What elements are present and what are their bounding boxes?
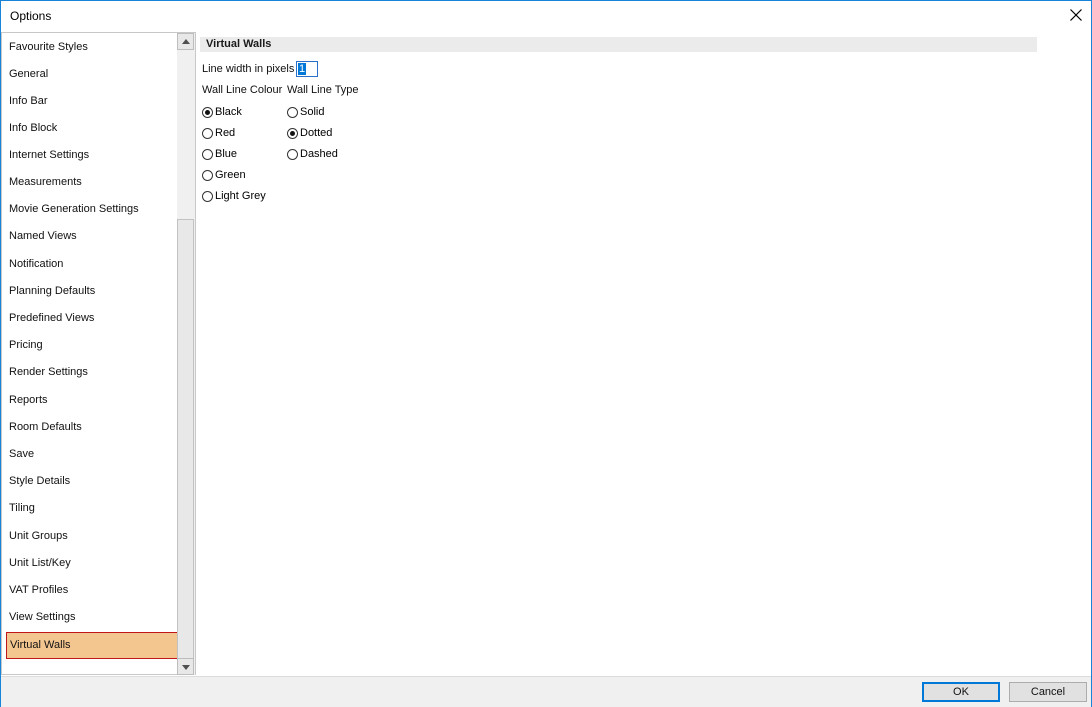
title-bar: Options	[1, 1, 1091, 30]
line-width-label: Line width in pixels	[202, 63, 295, 75]
sidebar-item-save[interactable]: Save	[2, 441, 178, 468]
sidebar-item-named-views[interactable]: Named Views	[2, 223, 178, 250]
window-title: Options	[10, 9, 52, 23]
scroll-down-button[interactable]	[177, 658, 194, 675]
chevron-down-icon	[182, 665, 190, 670]
scroll-thumb[interactable]	[177, 219, 194, 659]
line-width-input[interactable]: 1	[296, 61, 318, 77]
sidebar-item-general[interactable]: General	[2, 61, 178, 88]
radio-unchecked-icon	[202, 169, 213, 181]
dialog-footer: OK Cancel	[1, 676, 1091, 707]
radio-unchecked-icon	[287, 106, 298, 118]
radio-label: Dashed	[300, 148, 338, 160]
radio-label: Green	[215, 169, 246, 181]
radio-label: Solid	[300, 106, 325, 118]
sidebar-item-view-settings[interactable]: View Settings	[2, 604, 178, 631]
radio-unchecked-icon	[202, 127, 213, 139]
radio-label: Dotted	[300, 127, 333, 139]
sidebar-item-internet-settings[interactable]: Internet Settings	[2, 142, 178, 169]
section-title: Virtual Walls	[200, 37, 1037, 52]
sidebar-item-notification[interactable]: Notification	[2, 251, 178, 278]
radio-unchecked-icon	[202, 190, 213, 202]
sidebar-item-predefined-views[interactable]: Predefined Views	[2, 305, 178, 332]
options-category-list: Favourite Styles General Info Bar Info B…	[2, 33, 178, 675]
line-width-value: 1	[298, 63, 307, 75]
sidebar-item-style-details[interactable]: Style Details	[2, 468, 178, 495]
radio-type-dashed[interactable]: Dashed	[287, 146, 338, 162]
sidebar-item-favourite-styles[interactable]: Favourite Styles	[2, 34, 178, 61]
radio-colour-blue[interactable]: Blue	[202, 146, 237, 162]
close-button[interactable]	[1061, 1, 1091, 30]
sidebar-item-vat-profiles[interactable]: VAT Profiles	[2, 577, 178, 604]
radio-colour-red[interactable]: Red	[202, 125, 235, 141]
radio-checked-icon	[202, 106, 213, 118]
wall-line-type-label: Wall Line Type	[287, 84, 359, 96]
radio-type-solid[interactable]: Solid	[287, 104, 324, 120]
radio-checked-icon	[287, 127, 298, 139]
sidebar-item-measurements[interactable]: Measurements	[2, 169, 178, 196]
radio-colour-black[interactable]: Black	[202, 104, 242, 120]
sidebar-item-reports[interactable]: Reports	[2, 387, 178, 414]
sidebar-item-movie-generation-settings[interactable]: Movie Generation Settings	[2, 196, 178, 223]
radio-type-dotted[interactable]: Dotted	[287, 125, 332, 141]
radio-label: Red	[215, 127, 236, 139]
sidebar-item-room-defaults[interactable]: Room Defaults	[2, 414, 178, 441]
radio-label: Black	[215, 106, 242, 118]
chevron-up-icon	[182, 39, 190, 44]
sidebar-item-unit-list-key[interactable]: Unit List/Key	[2, 550, 178, 577]
sidebar-item-planning-defaults[interactable]: Planning Defaults	[2, 278, 178, 305]
radio-unchecked-icon	[287, 148, 298, 160]
sidebar-item-unit-groups[interactable]: Unit Groups	[2, 523, 178, 550]
sidebar-item-render-settings[interactable]: Render Settings	[2, 359, 178, 386]
sidebar-item-pricing[interactable]: Pricing	[2, 332, 178, 359]
sidebar-item-tiling[interactable]: Tiling	[2, 495, 178, 522]
wall-line-colour-label: Wall Line Colour	[202, 84, 283, 96]
radio-colour-light-grey[interactable]: Light Grey	[202, 188, 266, 204]
close-icon	[1070, 9, 1082, 21]
cancel-button[interactable]: Cancel	[1009, 682, 1087, 702]
radio-label: Light Grey	[215, 190, 266, 202]
sidebar-item-virtual-walls[interactable]: Virtual Walls	[6, 632, 178, 659]
ok-button[interactable]: OK	[922, 682, 1000, 702]
sidebar-item-info-block[interactable]: Info Block	[2, 115, 178, 142]
radio-label: Blue	[215, 148, 238, 160]
sidebar-scrollbar[interactable]	[177, 33, 195, 675]
scroll-up-button[interactable]	[177, 33, 194, 50]
radio-colour-green[interactable]: Green	[202, 167, 246, 183]
radio-unchecked-icon	[202, 148, 213, 160]
sidebar-item-info-bar[interactable]: Info Bar	[2, 88, 178, 115]
